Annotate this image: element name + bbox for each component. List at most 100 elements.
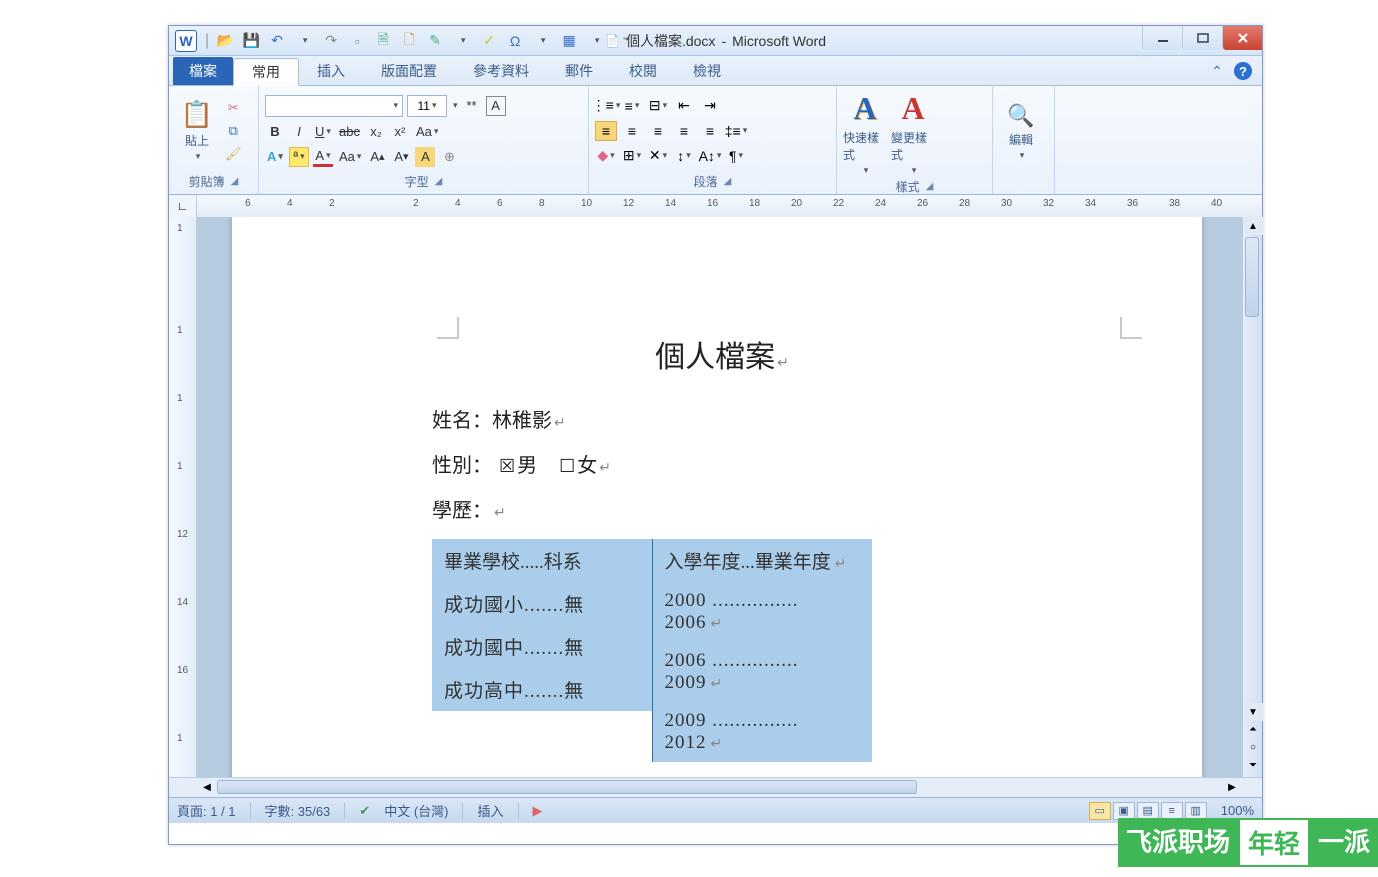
phonetic-guide-icon[interactable]: ** <box>462 96 482 116</box>
insert-mode[interactable]: 插入 <box>477 801 503 820</box>
cut-icon[interactable]: ✂ <box>223 98 244 118</box>
subscript-button[interactable]: x₂ <box>366 122 386 142</box>
checkbox-female-icon[interactable]: ☐ <box>559 456 575 476</box>
change-styles-button[interactable]: A 變更樣式 ▾ <box>891 90 935 176</box>
tab-insert[interactable]: 插入 <box>299 57 363 85</box>
sort-button[interactable]: ✕▾ <box>647 146 669 166</box>
fullscreen-view-icon[interactable]: ▣ <box>1113 802 1135 820</box>
qat-undo-icon[interactable]: ↶ <box>267 31 287 51</box>
tab-view[interactable]: 檢視 <box>675 57 739 85</box>
close-button[interactable] <box>1222 26 1262 50</box>
text-effects-button[interactable]: A▾ <box>265 147 285 167</box>
asian-layout1-button[interactable]: ↕▾ <box>673 146 695 166</box>
char-border-icon[interactable]: A <box>486 96 506 116</box>
multilevel-button[interactable]: ⊟▾ <box>647 96 669 116</box>
paste-button[interactable]: 📋 貼上 ▾ <box>175 90 219 171</box>
doc-title[interactable]: 個人檔案↵ <box>392 332 1052 376</box>
italic-button[interactable]: I <box>289 122 309 142</box>
outline-view-icon[interactable]: ≡ <box>1161 802 1183 820</box>
edu-row-2-right[interactable]: 2006 ............... 2009↵ <box>653 642 873 702</box>
edu-header-right[interactable]: 入學年度...畢業年度↵ <box>653 539 873 582</box>
web-view-icon[interactable]: ▤ <box>1137 802 1159 820</box>
file-tab[interactable]: 檔案 <box>173 57 233 85</box>
highlight-button[interactable]: ª▾ <box>289 147 309 167</box>
macro-icon[interactable]: ▶ <box>533 803 543 819</box>
minimize-button[interactable] <box>1142 26 1182 50</box>
edu-row-1-left[interactable]: 成功國小.......無 <box>432 582 652 625</box>
char-shading-button[interactable]: ⊕ <box>439 147 459 167</box>
find-replace-button[interactable]: 🔍 編輯 ▾ <box>999 90 1043 174</box>
language-indicator[interactable]: 中文 (台灣) <box>384 801 448 820</box>
scroll-right-icon[interactable]: ▶ <box>1222 778 1242 797</box>
clipboard-launcher-icon[interactable]: ◢ <box>231 176 239 187</box>
tab-home[interactable]: 常用 <box>233 58 299 86</box>
document-page[interactable]: 個人檔案↵ 姓名：林稚影↵ 性別： ☒男 ☐女↵ 學歷：↵ 畢業學校.....科… <box>232 217 1202 777</box>
draft-view-icon[interactable]: ▥ <box>1185 802 1207 820</box>
edu-row-2-left[interactable]: 成功國中.......無 <box>432 625 652 668</box>
ribbon-minimize-icon[interactable]: ⌃ <box>1208 62 1226 80</box>
qat-undo-dropdown[interactable]: ▾ <box>295 31 315 51</box>
paragraph-launcher-icon[interactable]: ◢ <box>724 176 732 187</box>
shrink-font-button[interactable]: A▾ <box>391 147 411 167</box>
qat-save-icon[interactable]: 💾 <box>241 31 261 51</box>
bold-button[interactable]: B <box>265 122 285 142</box>
increase-indent-button[interactable]: ⇥ <box>699 96 721 116</box>
strikethrough-button[interactable]: abc <box>337 122 362 142</box>
maximize-button[interactable] <box>1182 26 1222 50</box>
font-size-select[interactable]: 11▾ <box>407 95 447 117</box>
zoom-level[interactable]: 100% <box>1221 803 1254 818</box>
styles-launcher-icon[interactable]: ◢ <box>926 181 934 192</box>
qat-dd1[interactable]: ▾ <box>453 31 473 51</box>
education-table[interactable]: 畢業學校.....科系 成功國小.......無 成功國中.......無 成功… <box>432 539 872 762</box>
name-line[interactable]: 姓名：林稚影↵ <box>432 404 1052 433</box>
qat-table-icon[interactable]: ▦ <box>559 31 579 51</box>
enclose-char-button[interactable]: A <box>415 147 435 167</box>
underline-button[interactable]: U▾ <box>313 122 333 142</box>
font-launcher-icon[interactable]: ◢ <box>435 176 443 187</box>
qat-open-icon[interactable]: 📂 <box>215 31 235 51</box>
qat-omega-icon[interactable]: Ω <box>505 31 525 51</box>
hscroll-track[interactable] <box>217 778 1222 797</box>
checkbox-male-icon[interactable]: ☒ <box>499 456 515 476</box>
show-marks-button[interactable]: ¶▾ <box>725 146 747 166</box>
format-painter-icon[interactable]: 🖌 <box>223 144 244 164</box>
align-left-button[interactable]: ≡ <box>595 121 617 141</box>
edu-row-1-right[interactable]: 2000 ............... 2006↵ <box>653 582 873 642</box>
font-family-select[interactable]: ▾ <box>265 95 403 117</box>
shading-button[interactable]: ◆▾ <box>595 146 617 166</box>
page-indicator[interactable]: 頁面: 1 / 1 <box>177 801 236 820</box>
distribute-button[interactable]: ≡ <box>699 121 721 141</box>
hscroll-thumb[interactable] <box>217 780 917 794</box>
tab-review[interactable]: 校閱 <box>611 57 675 85</box>
tab-selector[interactable]: ∟ <box>169 195 197 217</box>
tab-layout[interactable]: 版面配置 <box>363 57 455 85</box>
qat-print-icon[interactable]: 🗎 <box>373 31 393 51</box>
numbering-button[interactable]: ≡▾ <box>621 96 643 116</box>
line-spacing-button[interactable]: ‡≡▾ <box>725 121 747 141</box>
horizontal-ruler[interactable]: 642246810121416182022242628303234363840 <box>197 195 1262 217</box>
edu-header-left[interactable]: 畢業學校.....科系 <box>432 539 652 582</box>
scroll-up-icon[interactable]: ▲ <box>1243 217 1263 235</box>
decrease-indent-button[interactable]: ⇤ <box>673 96 695 116</box>
char-scale-button[interactable]: Aa▾ <box>337 147 363 167</box>
borders-button[interactable]: ⊞▾ <box>621 146 643 166</box>
education-line[interactable]: 學歷：↵ <box>432 494 1052 523</box>
next-page-icon[interactable]: ⏷ <box>1243 757 1263 773</box>
align-center-button[interactable]: ≡ <box>621 121 643 141</box>
browse-object-icon[interactable]: ○ <box>1243 739 1263 755</box>
justify-button[interactable]: ≡ <box>673 121 695 141</box>
font-color-button[interactable]: A▾ <box>313 147 333 167</box>
align-right-button[interactable]: ≡ <box>647 121 669 141</box>
print-layout-view-icon[interactable]: ▭ <box>1089 802 1111 820</box>
quick-styles-button[interactable]: A 快速樣式 ▾ <box>843 90 887 176</box>
word-count[interactable]: 字數: 35/63 <box>265 801 331 820</box>
change-case-button[interactable]: Aa▾ <box>414 122 440 142</box>
qat-preview-icon[interactable]: 🗋 <box>399 31 419 51</box>
edu-row-3-left[interactable]: 成功高中.......無 <box>432 668 652 711</box>
edu-row-3-right[interactable]: 2009 ............... 2012↵ <box>653 702 873 762</box>
qat-new-icon[interactable]: ▫ <box>347 31 367 51</box>
scroll-thumb[interactable] <box>1245 237 1259 317</box>
help-icon[interactable]: ? <box>1234 62 1252 80</box>
vertical-ruler[interactable]: 11111214161 <box>169 217 197 777</box>
superscript-button[interactable]: x² <box>390 122 410 142</box>
